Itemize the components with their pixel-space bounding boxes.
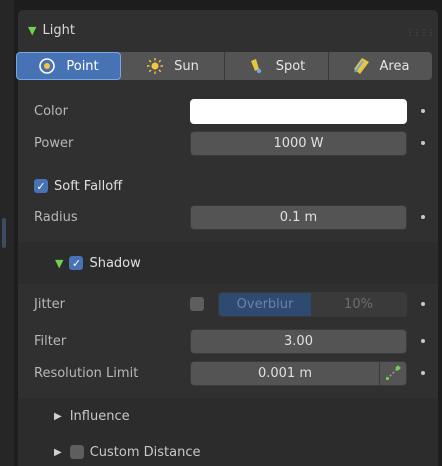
power-label: Power bbox=[34, 135, 74, 151]
light-type-sun-button[interactable]: Sun bbox=[121, 52, 225, 80]
custom-distance-label: Custom Distance bbox=[89, 444, 201, 460]
light-type-label: Sun bbox=[174, 58, 199, 74]
color-row: Color bbox=[18, 98, 438, 124]
filter-label: Filter bbox=[34, 333, 67, 349]
influence-subpanel-header[interactable]: ▶ Influence bbox=[18, 398, 438, 434]
influence-label: Influence bbox=[69, 408, 130, 424]
light-panel-title: Light bbox=[42, 22, 75, 38]
resolution-limit-row: Resolution Limit 0.001 m bbox=[18, 360, 438, 386]
resolution-limit-value: 0.001 m bbox=[257, 365, 312, 381]
light-type-area-button[interactable]: Area bbox=[329, 52, 432, 80]
spot-light-icon bbox=[250, 59, 261, 74]
light-type-label: Point bbox=[66, 58, 99, 74]
jitter-label: Jitter bbox=[34, 296, 65, 312]
light-type-point-button[interactable]: Point bbox=[16, 52, 121, 80]
expand-down-icon: ▼ bbox=[28, 23, 37, 37]
jitter-checkbox[interactable] bbox=[190, 297, 204, 311]
light-type-spot-button[interactable]: Spot bbox=[225, 52, 329, 80]
keyframe-dot-icon[interactable] bbox=[421, 339, 425, 343]
area-light-icon bbox=[353, 58, 369, 74]
shadow-label: Shadow bbox=[89, 255, 141, 271]
radius-row: Radius 0.1 m bbox=[18, 204, 438, 230]
filter-row: Filter 3.00 bbox=[18, 328, 438, 354]
sidebar-accent bbox=[2, 218, 6, 248]
overblur-label: Overblur bbox=[219, 292, 311, 316]
light-type-label: Area bbox=[379, 58, 410, 74]
power-row: Power 1000 W bbox=[18, 130, 438, 156]
resolution-limit-label: Resolution Limit bbox=[34, 365, 139, 381]
soft-falloff-checkbox[interactable]: ✓ bbox=[34, 179, 48, 193]
eyedropper-icon[interactable] bbox=[379, 361, 406, 385]
soft-falloff-label: Soft Falloff bbox=[54, 178, 123, 194]
shadow-checkbox[interactable]: ✓ bbox=[69, 256, 84, 270]
keyframe-dot-icon[interactable] bbox=[421, 109, 425, 113]
custom-distance-checkbox[interactable] bbox=[69, 445, 84, 459]
resolution-limit-field[interactable]: 0.001 m bbox=[190, 360, 407, 386]
keyframe-dot-icon[interactable] bbox=[421, 215, 425, 219]
drag-grip-icon[interactable]: ⋮⋮⋮⋮ bbox=[406, 28, 435, 37]
light-type-selector: Point Sun Spot Area bbox=[16, 52, 432, 80]
shadow-subpanel-header[interactable]: ▼ ✓ Shadow bbox=[18, 242, 438, 284]
power-field[interactable]: 1000 W bbox=[190, 130, 407, 156]
jitter-row: Jitter Overblur 10% bbox=[18, 291, 438, 317]
expand-right-icon: ▶ bbox=[54, 410, 62, 422]
overblur-value: 10% bbox=[311, 292, 406, 316]
sun-icon bbox=[147, 58, 164, 74]
keyframe-dot-icon[interactable] bbox=[421, 371, 425, 375]
color-swatch[interactable] bbox=[190, 98, 407, 124]
radius-field[interactable]: 0.1 m bbox=[190, 204, 407, 230]
filter-field[interactable]: 3.00 bbox=[190, 328, 407, 354]
light-type-label: Spot bbox=[275, 58, 306, 74]
expand-right-icon: ▶ bbox=[54, 446, 62, 458]
left-sidebar-strip bbox=[0, 0, 14, 466]
point-light-icon bbox=[39, 58, 56, 74]
keyframe-dot-icon[interactable] bbox=[421, 141, 425, 145]
expand-down-icon: ▼ bbox=[55, 256, 64, 270]
color-label: Color bbox=[34, 103, 68, 119]
radius-label: Radius bbox=[34, 209, 78, 225]
light-panel-header[interactable]: ▼ Light ⋮⋮⋮⋮ bbox=[18, 10, 438, 50]
custom-distance-subpanel-header[interactable]: ▶ Custom Distance bbox=[18, 434, 438, 466]
overblur-field: Overblur 10% bbox=[218, 291, 407, 317]
soft-falloff-row[interactable]: ✓ Soft Falloff bbox=[18, 173, 438, 199]
keyframe-dot-icon[interactable] bbox=[421, 302, 425, 306]
